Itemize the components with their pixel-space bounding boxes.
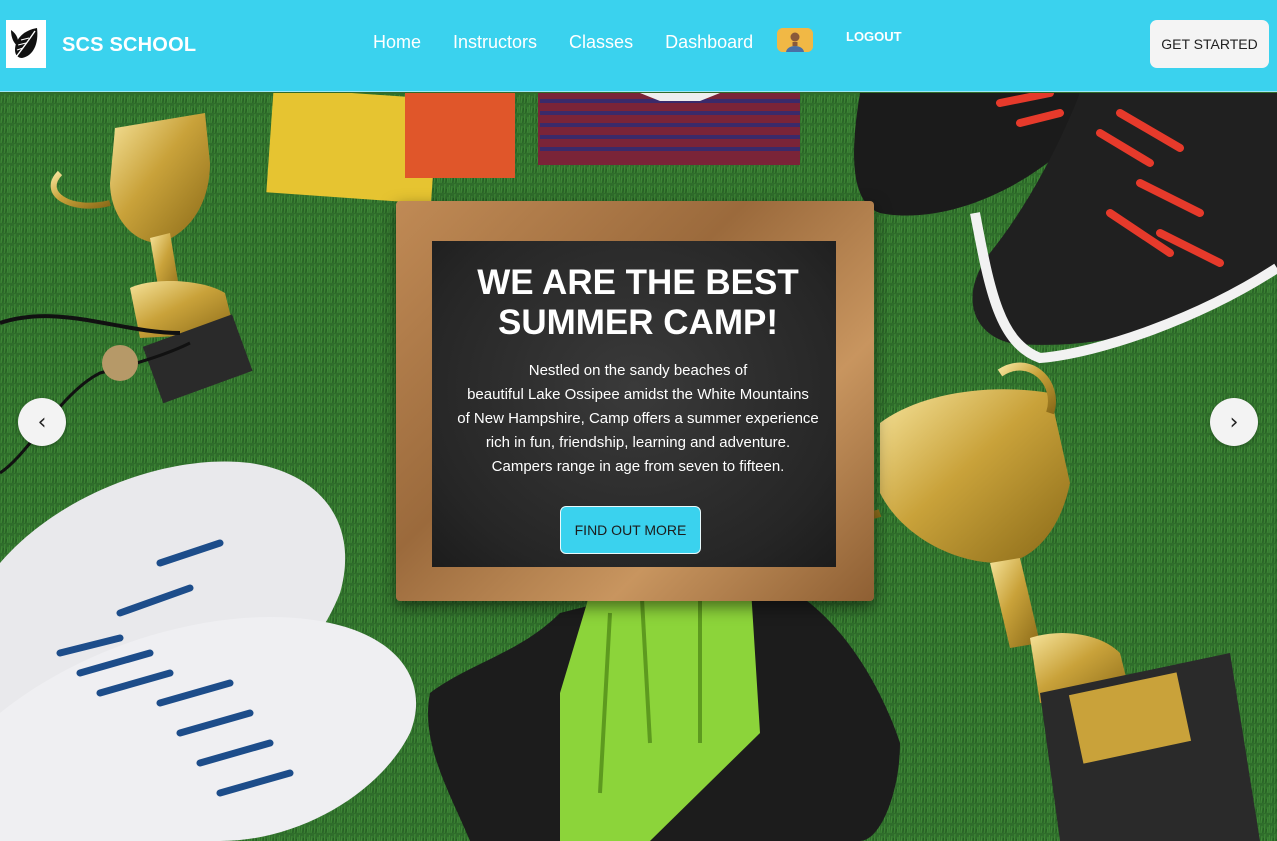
user-avatar[interactable]: [777, 28, 813, 52]
logout-link[interactable]: LOGOUT: [846, 29, 902, 44]
hero-description: Nestled on the sandy beaches of beautifu…: [430, 359, 846, 479]
hero-text-line: beautiful Lake Ossipee amidst the White …: [467, 386, 809, 403]
hero-text-line: Campers range in age from seven to fifte…: [491, 458, 785, 475]
nav-link-dashboard[interactable]: Dashboard: [665, 32, 753, 53]
hero-title-line-2: SUMMER CAMP!: [498, 303, 778, 342]
nav-link-classes[interactable]: Classes: [569, 32, 633, 53]
main-nav: Home Instructors Classes Dashboard: [373, 32, 753, 53]
hero-text-line: of New Hampshire, Camp offers a summer e…: [457, 410, 819, 427]
hero-title: WE ARE THE BEST SUMMER CAMP!: [396, 263, 880, 343]
hero-text-line: Nestled on the sandy beaches of: [528, 362, 748, 379]
nav-link-instructors[interactable]: Instructors: [453, 32, 537, 53]
leaf-logo-icon: [11, 28, 38, 62]
chevron-left-icon: ‹: [37, 409, 47, 435]
nav-link-home[interactable]: Home: [373, 32, 421, 53]
carousel-prev-button[interactable]: ‹: [18, 398, 66, 446]
find-out-more-button[interactable]: FIND OUT MORE: [560, 506, 701, 554]
get-started-button[interactable]: GET STARTED: [1150, 20, 1269, 68]
hero-carousel: WE ARE THE BEST SUMMER CAMP! Nestled on …: [0, 93, 1277, 841]
hero-text-line: rich in fun, friendship, learning and ad…: [485, 434, 791, 451]
carousel-next-button[interactable]: ›: [1210, 398, 1258, 446]
navbar: SCS SCHOOL Home Instructors Classes Dash…: [0, 0, 1277, 92]
brand-name[interactable]: SCS SCHOOL: [62, 34, 196, 57]
brand-logo[interactable]: [6, 20, 46, 68]
chevron-right-icon: ›: [1229, 409, 1239, 435]
hero-title-line-1: WE ARE THE BEST: [477, 263, 799, 302]
